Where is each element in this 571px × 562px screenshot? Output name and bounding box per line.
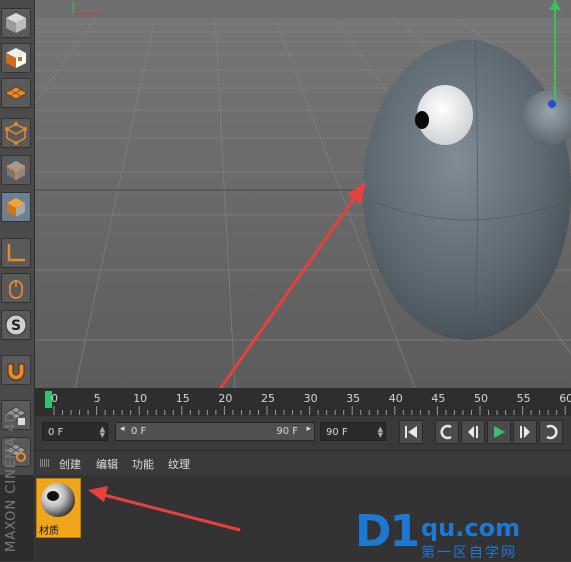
prev-frame-icon — [468, 426, 478, 438]
annotation-arrow-material — [88, 486, 241, 532]
tick-label: 5 — [93, 392, 101, 405]
horizon-sky — [35, 0, 571, 18]
tick-label: 25 — [261, 392, 275, 405]
grid-plane-icon — [4, 86, 28, 100]
menu-edit[interactable]: 编辑 — [96, 456, 118, 472]
watermark-main: D1 — [355, 506, 420, 557]
tick-label: 35 — [346, 392, 361, 405]
edge-cube-icon — [6, 161, 26, 180]
material-manager-menubar: 创建 编辑 功能 纹理 — [35, 450, 571, 476]
egg-character[interactable] — [363, 39, 571, 341]
start-frame-value: 0 F — [48, 427, 64, 438]
end-frame-value: 90 F — [326, 427, 348, 438]
ruler-ticks — [53, 406, 566, 415]
tweak-mode-button[interactable] — [1, 273, 31, 303]
next-frame-button[interactable] — [513, 420, 537, 444]
spinner-icon[interactable]: ▲ ▼ — [378, 426, 383, 439]
play-button[interactable] — [487, 420, 511, 444]
cube-icon — [6, 13, 26, 33]
menu-texture[interactable]: 纹理 — [168, 456, 190, 472]
prev-key-button[interactable] — [435, 420, 459, 444]
texture-tool-button[interactable] — [1, 43, 31, 73]
next-key-button[interactable] — [539, 420, 563, 444]
transport-bar: 0 F ▲ ▼ ◂ 0 F 90 F ▸ 90 F ▲ ▼ — [35, 416, 571, 450]
checker-cube-icon — [6, 48, 26, 68]
polygon-cube-icon — [7, 198, 25, 217]
slider-end-value: 90 F — [276, 426, 298, 437]
tick-label: 55 — [516, 392, 531, 405]
slider-right-arrow-icon[interactable]: ▸ — [306, 424, 311, 434]
tick-label: 10 — [133, 392, 148, 405]
plane-tool-button[interactable] — [1, 78, 31, 108]
slider-start-value: 0 F — [131, 426, 147, 437]
cinema4d-logo-text: MAXON CINEMA 4D — [4, 411, 19, 552]
goto-start-button[interactable] — [399, 420, 423, 444]
next-frame-icon — [520, 426, 530, 438]
tick-label: 45 — [431, 392, 446, 405]
magnet-icon — [7, 363, 25, 381]
material-sphere-icon — [41, 483, 75, 517]
material-label: 材质 — [39, 526, 59, 537]
left-pupil — [415, 111, 429, 129]
prev-key-icon — [440, 424, 452, 440]
polygons-mode-button[interactable] — [1, 192, 31, 222]
points-mode-button[interactable] — [1, 118, 31, 148]
mouse-icon — [9, 280, 23, 299]
tick-label: 30 — [303, 392, 318, 405]
next-key-icon — [546, 424, 558, 440]
frame-range-slider[interactable]: ◂ 0 F 90 F ▸ — [115, 422, 315, 441]
skip-start-icon — [405, 426, 417, 438]
cube-tool-button[interactable] — [1, 8, 31, 38]
axis-icon — [7, 244, 25, 262]
spinner-icon[interactable]: ▲ ▼ — [100, 426, 105, 439]
axis-mode-button[interactable] — [1, 238, 31, 268]
tick-label: 40 — [388, 392, 403, 405]
snap-s-icon: S — [5, 314, 27, 336]
prev-frame-button[interactable] — [461, 420, 485, 444]
start-frame-field[interactable]: 0 F ▲ ▼ — [42, 422, 108, 441]
tick-label: 60 — [559, 392, 571, 405]
tick-label: 15 — [175, 392, 190, 405]
menu-function[interactable]: 功能 — [132, 456, 154, 472]
3d-viewport[interactable] — [35, 0, 571, 388]
menu-create[interactable]: 创建 — [59, 456, 81, 472]
end-frame-field[interactable]: 90 F ▲ ▼ — [320, 422, 386, 441]
tick-label: 20 — [218, 392, 233, 405]
slider-left-arrow-icon[interactable]: ◂ — [120, 424, 125, 434]
tick-label: 0 — [51, 392, 58, 405]
tick-label: 50 — [474, 392, 488, 405]
watermark-chinese: 第一区自学网 — [421, 545, 517, 561]
timeline-ruler[interactable]: 0 5 10 15 20 25 30 35 40 45 50 55 60 — [35, 388, 571, 416]
material-swatch[interactable]: 材质 — [36, 478, 81, 538]
edges-mode-button[interactable] — [1, 155, 31, 185]
watermark-domain: qu.com — [421, 514, 521, 542]
magnet-button[interactable] — [1, 355, 31, 385]
play-icon — [494, 426, 505, 438]
svg-text:S: S — [11, 318, 21, 334]
site-watermark: D1 qu.com 第一区自学网 — [355, 506, 565, 562]
left-toolbar: S — [0, 0, 35, 475]
panel-grip-icon[interactable] — [40, 459, 50, 467]
vertex-cube-icon — [5, 122, 27, 145]
snap-button[interactable]: S — [1, 310, 31, 340]
